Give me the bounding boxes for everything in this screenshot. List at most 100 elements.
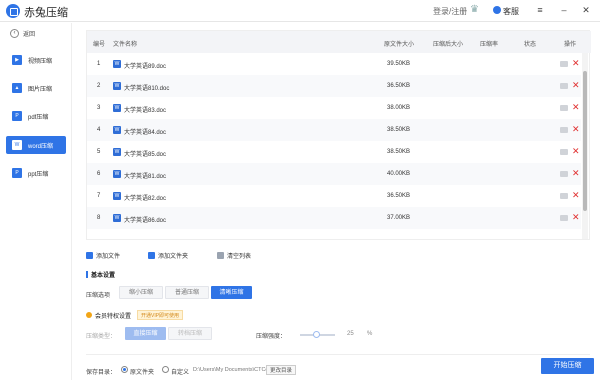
- folder-icon[interactable]: [560, 149, 568, 155]
- customer-service-icon[interactable]: [493, 6, 501, 14]
- add-file-label: 添加文件: [96, 254, 121, 260]
- sidebar-item-label: 视频压缩: [28, 58, 53, 65]
- sidebar: ‹ 返回 ▶ 视频压缩 ▲ 图片压缩 P pdf压缩 W word压缩 P pp…: [0, 23, 72, 380]
- divider: [86, 354, 590, 355]
- image-icon: ▲: [12, 83, 22, 93]
- folder-icon[interactable]: [560, 193, 568, 199]
- folder-icon[interactable]: [560, 105, 568, 111]
- delete-icon[interactable]: ✕: [572, 102, 580, 113]
- sidebar-item-word[interactable]: W word压缩: [6, 136, 66, 154]
- table-row[interactable]: 5 W 大学英语85.doc 38.50KB ✕: [87, 141, 581, 163]
- row-filename: 大学英语810.doc: [124, 86, 170, 92]
- compress-type-label: 压缩类型：: [86, 334, 117, 340]
- table-row[interactable]: 2 W 大学英语810.doc 36.50KB ✕: [87, 75, 581, 97]
- table-row[interactable]: 8 W 大学英语86.doc 37.00KB ✕: [87, 207, 581, 229]
- folder-icon[interactable]: [560, 215, 568, 221]
- table-row[interactable]: 7 W 大学英语82.doc 36.50KB ✕: [87, 185, 581, 207]
- table-row[interactable]: 6 W 大学英语81.doc 40.00KB ✕: [87, 163, 581, 185]
- original-folder-label[interactable]: 原文件夹: [130, 367, 154, 376]
- add-file-icon: [86, 252, 93, 259]
- start-compress-button[interactable]: 开始压缩: [541, 358, 594, 374]
- header-name: 文件名称: [113, 42, 138, 48]
- header-ops: 操作: [564, 42, 577, 48]
- folder-icon[interactable]: [560, 127, 568, 133]
- login-register-link[interactable]: 登录/注册: [433, 6, 467, 17]
- type-direct-button[interactable]: 直接压缩: [125, 327, 166, 340]
- row-orig-size: 38.50KB: [387, 149, 411, 155]
- level-unit: %: [367, 331, 373, 337]
- folder-icon[interactable]: [560, 83, 568, 89]
- menu-icon[interactable]: ≡: [534, 4, 546, 16]
- row-filename: 大学英语82.doc: [124, 196, 167, 202]
- delete-icon[interactable]: ✕: [572, 146, 580, 157]
- folder-icon[interactable]: [560, 61, 568, 67]
- word-file-icon: W: [113, 214, 121, 222]
- delete-icon[interactable]: ✕: [572, 124, 580, 135]
- clear-list-button[interactable]: 清空列表: [217, 251, 251, 260]
- word-file-icon: W: [113, 60, 121, 68]
- crown-icon[interactable]: ♛: [470, 4, 479, 15]
- close-icon[interactable]: ✕: [580, 4, 592, 16]
- add-folder-label: 添加文件夹: [158, 254, 189, 260]
- vip-icon: [86, 312, 92, 318]
- table-row[interactable]: 1 W 大学英语89.doc 39.50KB ✕: [87, 53, 581, 75]
- delete-icon[interactable]: ✕: [572, 168, 580, 179]
- sidebar-item-pdf[interactable]: P pdf压缩: [6, 107, 66, 125]
- type-convert-button[interactable]: 转档压缩: [168, 327, 212, 340]
- row-orig-size: 38.00KB: [387, 105, 411, 111]
- row-index: 4: [97, 127, 101, 133]
- app-logo-icon: [6, 4, 20, 18]
- word-icon: W: [12, 140, 22, 150]
- change-dir-button[interactable]: 更改目录: [266, 365, 297, 375]
- title-bar: 赤兔压缩 登录/注册 ♛ 客服 ≡ – ✕: [0, 0, 600, 22]
- word-file-icon: W: [113, 148, 121, 156]
- sidebar-item-label: ppt压缩: [28, 171, 49, 178]
- row-orig-size: 40.00KB: [387, 171, 411, 177]
- trash-icon: [217, 252, 224, 259]
- option-shrink-button[interactable]: 缩小压缩: [119, 286, 163, 299]
- sidebar-item-label: 图片压缩: [28, 86, 53, 93]
- delete-icon[interactable]: ✕: [572, 212, 580, 223]
- header-ratio: 压缩率: [480, 42, 499, 48]
- custom-folder-label[interactable]: 自定义: [171, 367, 189, 376]
- save-path-text: D:\Users\My Documents\CTComp: [193, 367, 277, 373]
- row-index: 6: [97, 171, 101, 177]
- table-row[interactable]: 3 W 大学英语83.doc 38.00KB ✕: [87, 97, 581, 119]
- sidebar-item-ppt[interactable]: P ppt压缩: [6, 164, 66, 182]
- header-status: 状态: [524, 42, 537, 48]
- save-dir-label: 保存目录：: [86, 370, 117, 376]
- row-filename: 大学英语85.doc: [124, 152, 167, 158]
- minimize-icon[interactable]: –: [558, 4, 570, 16]
- vip-upgrade-tag[interactable]: 开通VIP即可使用: [137, 310, 184, 320]
- table-row[interactable]: 4 W 大学英语84.doc 38.50KB ✕: [87, 119, 581, 141]
- back-button[interactable]: ‹ 返回: [10, 29, 35, 38]
- table-header: 编号 文件名称 原文件大小 压缩后大小 压缩率 状态 操作: [87, 31, 591, 53]
- video-icon: ▶: [12, 55, 22, 65]
- folder-icon[interactable]: [560, 171, 568, 177]
- level-slider-handle[interactable]: [313, 331, 320, 338]
- option-normal-button[interactable]: 普通压缩: [165, 286, 209, 299]
- delete-icon[interactable]: ✕: [572, 58, 580, 69]
- delete-icon[interactable]: ✕: [572, 190, 580, 201]
- radio-original-folder[interactable]: [121, 366, 128, 373]
- word-file-icon: W: [113, 104, 121, 112]
- word-file-icon: W: [113, 126, 121, 134]
- sidebar-item-image[interactable]: ▲ 图片压缩: [6, 79, 66, 97]
- row-filename: 大学英语84.doc: [124, 130, 167, 136]
- level-value: 25: [347, 331, 354, 337]
- clear-list-label: 清空列表: [227, 254, 252, 260]
- add-file-button[interactable]: 添加文件: [86, 251, 120, 260]
- delete-icon[interactable]: ✕: [572, 80, 580, 91]
- word-file-icon: W: [113, 82, 121, 90]
- row-orig-size: 38.50KB: [387, 127, 411, 133]
- row-orig-size: 36.50KB: [387, 193, 411, 199]
- customer-service-link[interactable]: 客服: [503, 6, 519, 17]
- sidebar-item-video[interactable]: ▶ 视频压缩: [6, 51, 66, 69]
- pdf-icon: P: [12, 111, 22, 121]
- row-index: 2: [97, 83, 101, 89]
- option-clear-button[interactable]: 清晰压缩: [211, 286, 252, 299]
- add-folder-button[interactable]: 添加文件夹: [148, 251, 188, 260]
- radio-custom-folder[interactable]: [162, 366, 169, 373]
- scrollbar-thumb[interactable]: [583, 71, 587, 211]
- row-filename: 大学英语89.doc: [124, 64, 167, 70]
